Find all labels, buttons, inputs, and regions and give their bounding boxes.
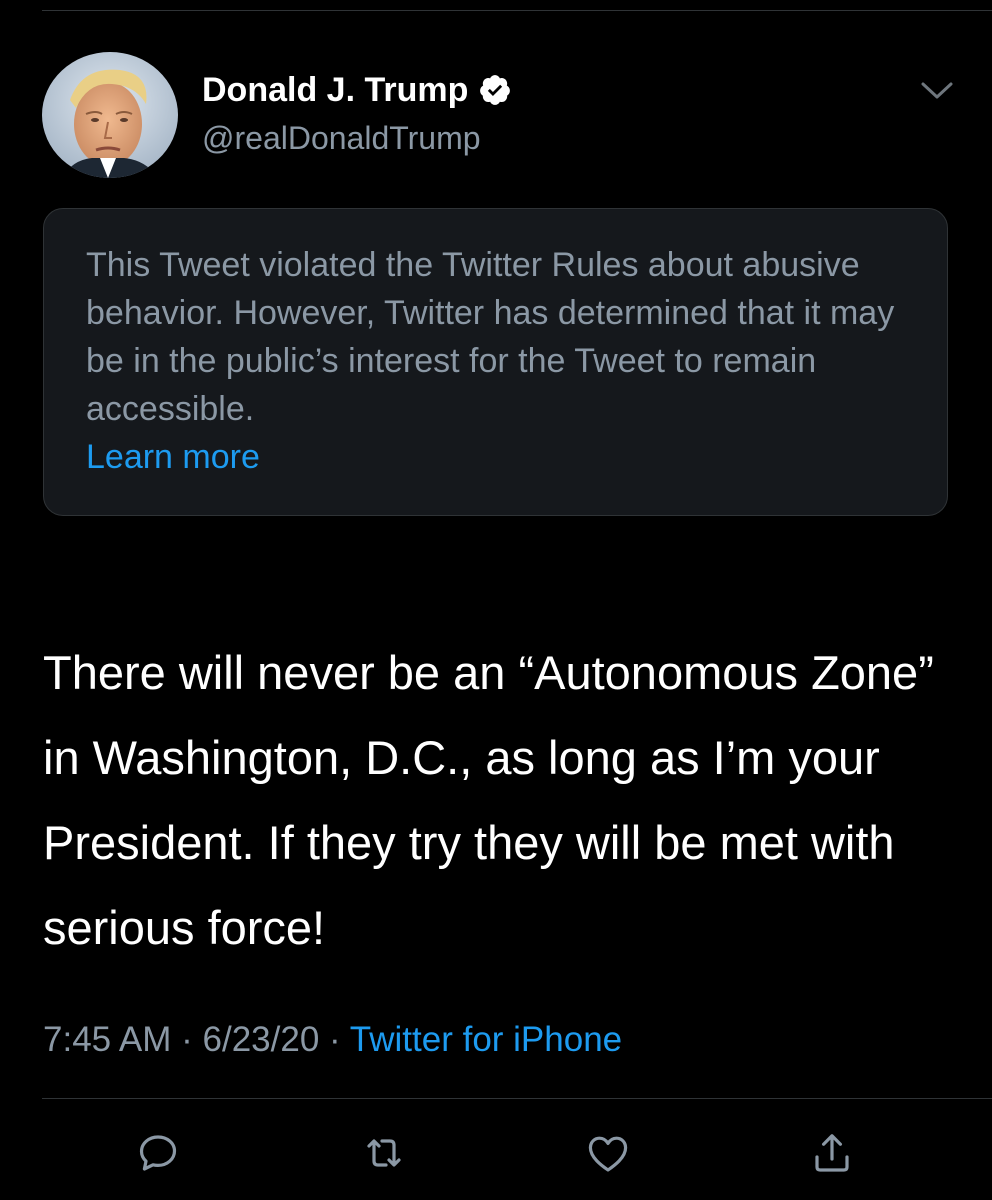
like-icon <box>583 1129 633 1182</box>
tweet-time[interactable]: 7:45 AM <box>43 1020 171 1059</box>
share-icon <box>808 1128 856 1183</box>
share-button[interactable] <box>802 1125 862 1185</box>
top-divider <box>42 10 992 11</box>
policy-notice-text: This Tweet violated the Twitter Rules ab… <box>86 241 907 481</box>
avatar-image <box>42 52 178 178</box>
policy-notice: This Tweet violated the Twitter Rules ab… <box>43 208 948 516</box>
learn-more-link[interactable]: Learn more <box>86 433 260 481</box>
tweet-date[interactable]: 6/23/20 <box>203 1020 320 1059</box>
policy-notice-message: This Tweet violated the Twitter Rules ab… <box>86 246 895 428</box>
meta-separator: · <box>319 1020 350 1059</box>
user-handle[interactable]: @realDonaldTrump <box>202 119 481 157</box>
tweet-text: There will never be an “Autonomous Zone”… <box>43 646 934 954</box>
display-name[interactable]: Donald J. Trump <box>202 70 468 110</box>
author-name-row[interactable]: Donald J. Trump <box>202 70 512 110</box>
tweet-source[interactable]: Twitter for iPhone <box>350 1020 622 1059</box>
retweet-button[interactable] <box>354 1125 414 1185</box>
avatar[interactable] <box>42 52 178 178</box>
verified-badge-icon <box>478 73 512 107</box>
bottom-divider <box>42 1098 992 1099</box>
retweet-icon <box>359 1129 409 1182</box>
tweet-metadata: 7:45 AM · 6/23/20 · Twitter for iPhone <box>43 1015 622 1065</box>
like-button[interactable] <box>578 1125 638 1185</box>
action-bar <box>0 1125 992 1185</box>
meta-separator: · <box>171 1020 203 1059</box>
reply-button[interactable] <box>128 1125 188 1185</box>
reply-icon <box>134 1129 182 1182</box>
chevron-down-icon[interactable] <box>918 78 956 104</box>
